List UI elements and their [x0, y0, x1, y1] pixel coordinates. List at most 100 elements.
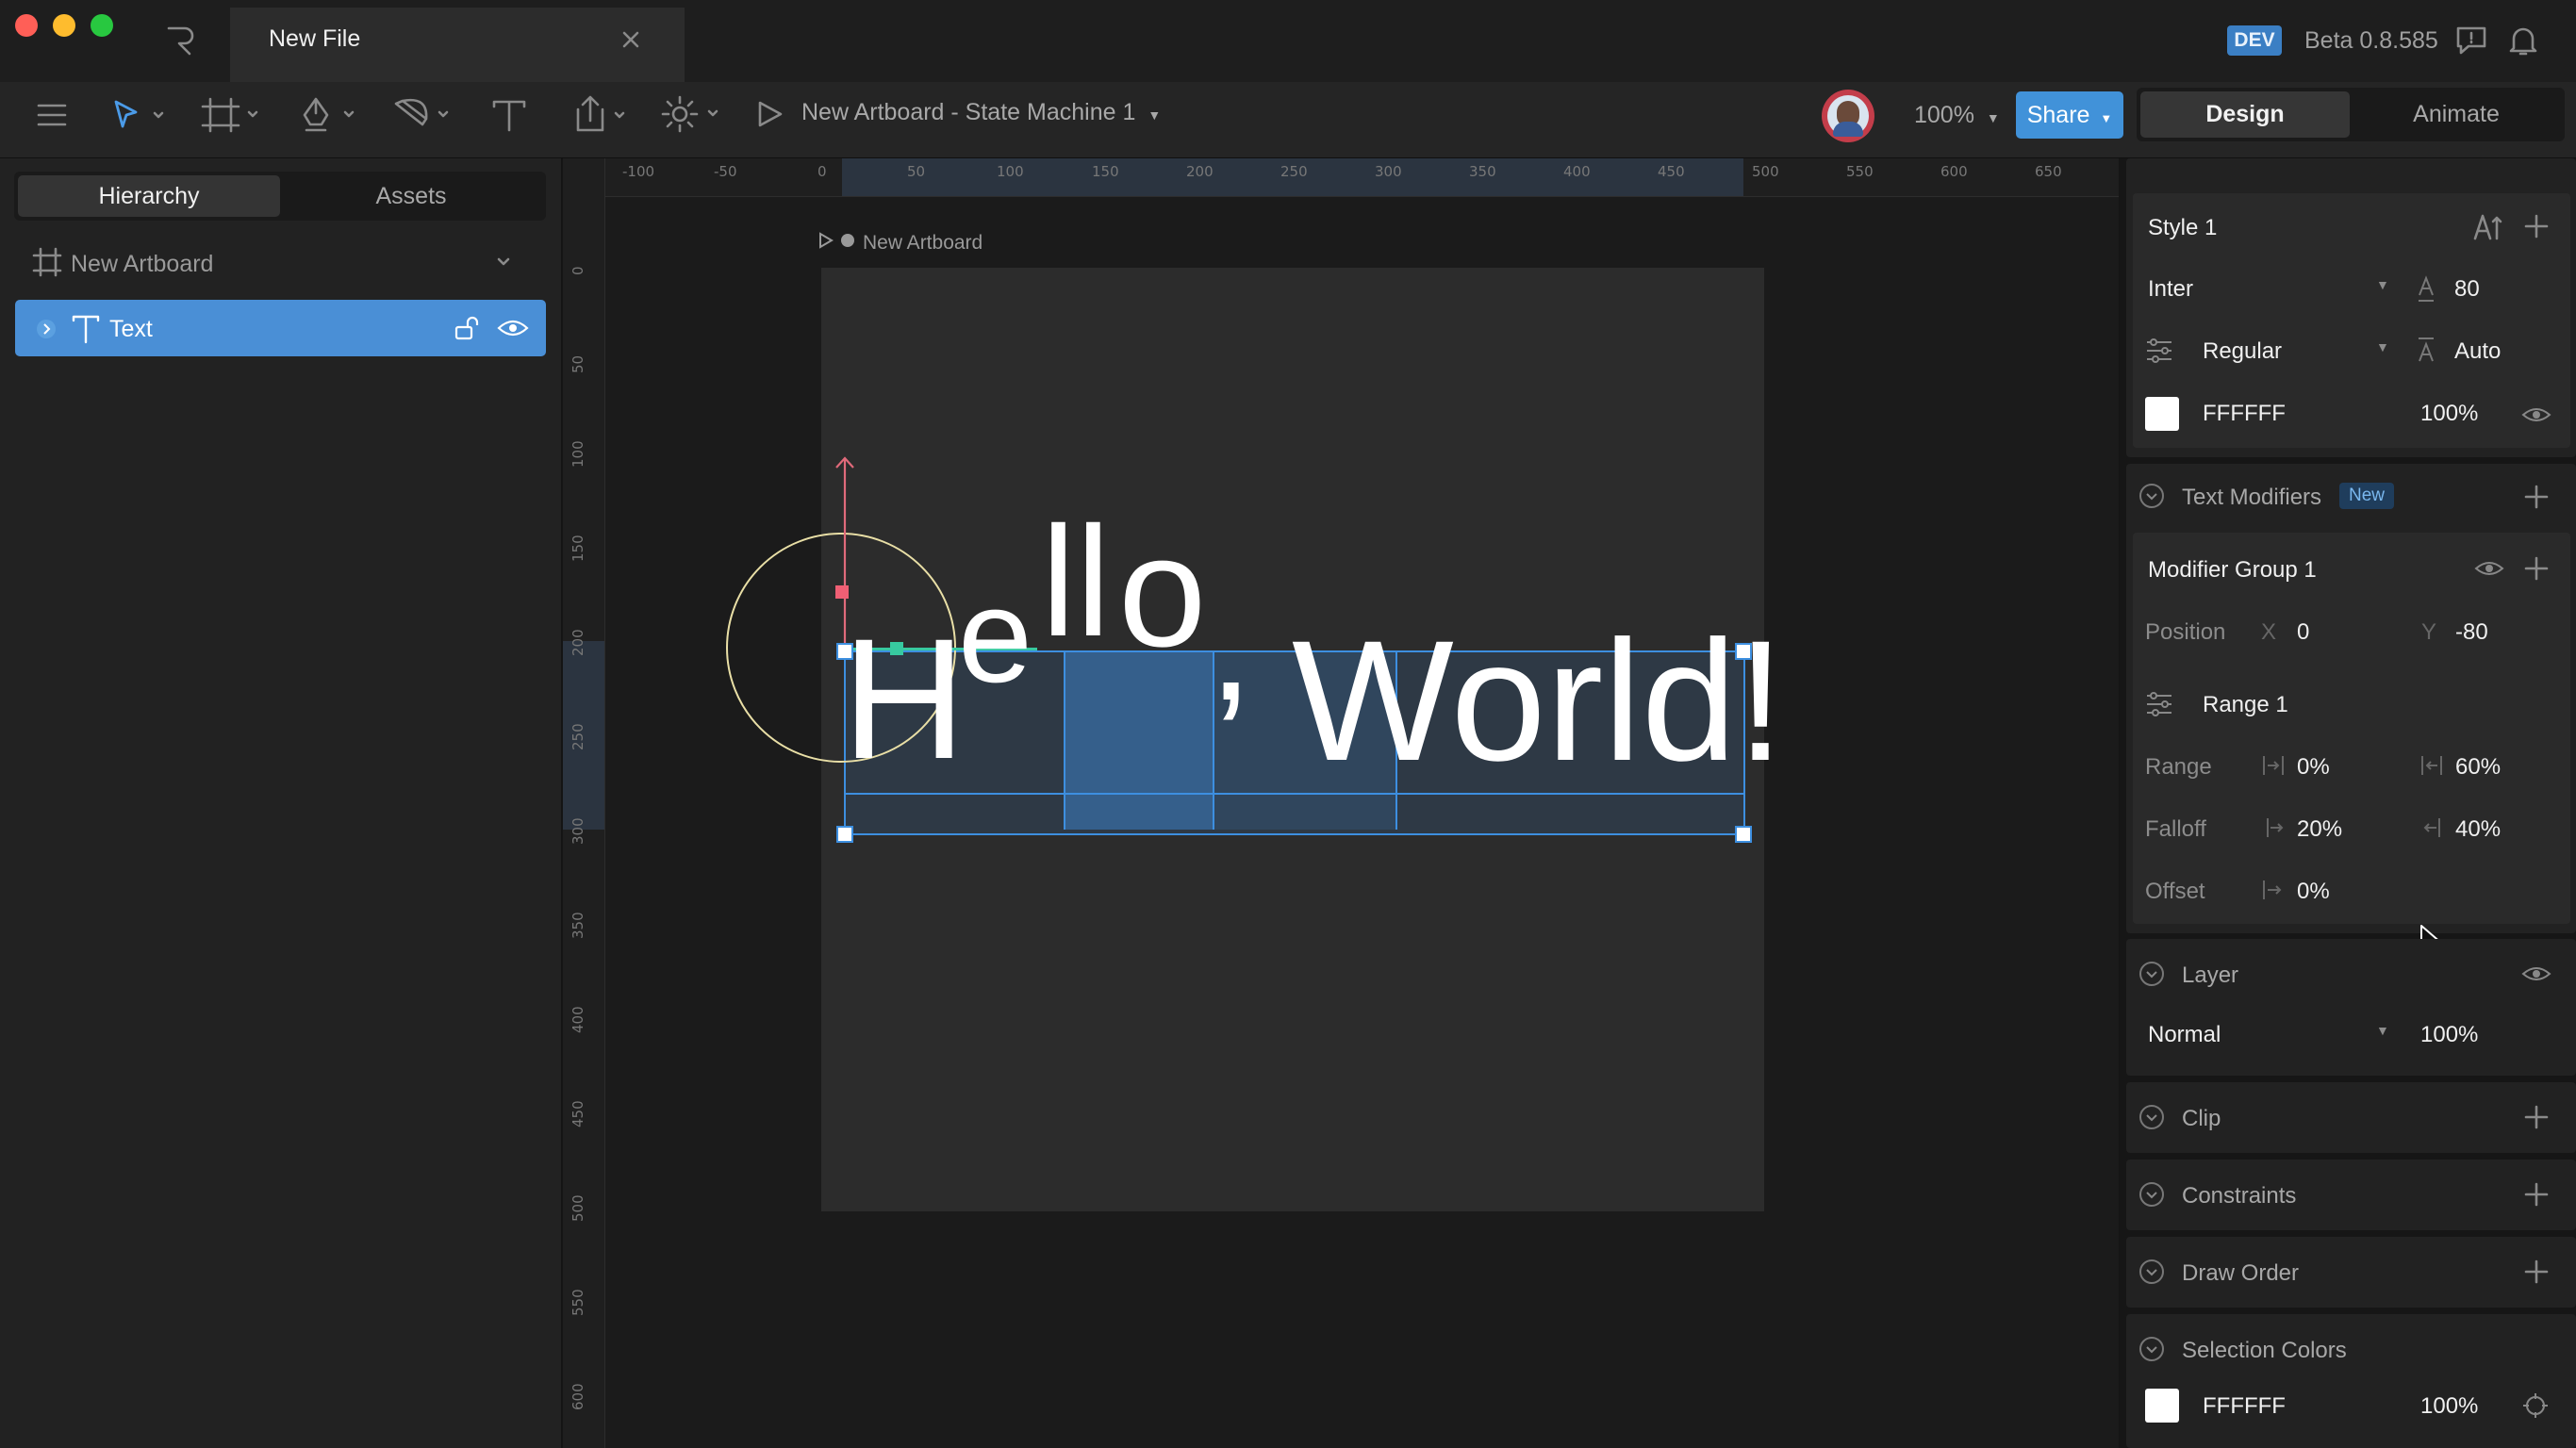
font-family-select[interactable]: Inter [2148, 276, 2193, 303]
adjustments-icon[interactable] [2144, 337, 2174, 365]
fill-opacity[interactable]: 100% [2420, 401, 2478, 427]
chevron-down-icon[interactable]: ▼ [2376, 339, 2389, 354]
feedback-icon[interactable] [2455, 25, 2487, 56]
chevron-down-icon[interactable]: ▼ [2376, 277, 2389, 292]
menu-icon[interactable] [36, 102, 68, 128]
blend-mode-select[interactable]: Normal [2148, 1022, 2221, 1048]
fill-color-hex[interactable]: FFFFFF [2203, 401, 2286, 427]
range-end-input[interactable]: 60% [2455, 754, 2501, 781]
section-title[interactable]: Selection Colors [2182, 1338, 2347, 1364]
collapse-chevron-icon[interactable] [2138, 1104, 2165, 1130]
resize-handle-top-right[interactable] [1735, 643, 1752, 660]
ruler-tick: 450 [1658, 163, 1685, 180]
range-start-input[interactable]: 0% [2297, 754, 2330, 781]
style-name[interactable]: Style 1 [2148, 215, 2217, 241]
notifications-bell-icon[interactable] [2508, 25, 2538, 57]
collapse-chevron-icon[interactable] [2138, 1181, 2165, 1208]
collapse-chevron-icon[interactable] [2138, 1259, 2165, 1285]
artboard-selector[interactable]: New Artboard - State Machine 1 ▼ [801, 99, 1161, 126]
selection-color-swatch[interactable] [2145, 1389, 2179, 1423]
collapse-chevron-icon[interactable] [2138, 1336, 2165, 1362]
artboard-play-icon[interactable] [818, 232, 856, 251]
chevron-down-icon[interactable]: ▼ [2376, 1023, 2389, 1038]
adjustments-icon[interactable] [2144, 690, 2174, 718]
position-y-input[interactable]: -80 [2455, 619, 2488, 646]
pen-tool-icon[interactable] [298, 96, 358, 134]
translate-handle[interactable] [835, 585, 849, 599]
minimize-window-button[interactable] [53, 14, 75, 37]
falloff-label: Falloff [2145, 816, 2206, 842]
tab-hierarchy[interactable]: Hierarchy [18, 175, 280, 217]
visibility-eye-icon[interactable] [2521, 964, 2551, 983]
ruler-tick: 350 [1469, 163, 1496, 180]
artboard-name-label[interactable]: New Artboard [863, 232, 983, 255]
falloff-end-input[interactable]: 40% [2455, 816, 2501, 843]
selection-color-hex[interactable]: FFFFFF [2203, 1393, 2286, 1420]
glyph-world: World! [1292, 604, 1785, 797]
close-tab-icon[interactable] [621, 30, 640, 49]
section-title[interactable]: Layer [2182, 963, 2238, 989]
chevron-down-icon: ▼ [2100, 111, 2113, 125]
font-weight-select[interactable]: Regular [2203, 338, 2282, 365]
glyph-comma: , [1209, 556, 1253, 733]
modifier-group-name[interactable]: Modifier Group 1 [2148, 557, 2317, 584]
resize-handle-bottom-left[interactable] [836, 826, 853, 843]
section-title[interactable]: Draw Order [2182, 1260, 2299, 1287]
section-title[interactable]: Constraints [2182, 1183, 2296, 1209]
close-window-button[interactable] [15, 14, 38, 37]
settings-gear-icon[interactable] [660, 95, 722, 133]
offset-input[interactable]: 0% [2297, 879, 2330, 905]
visibility-eye-icon[interactable] [2474, 559, 2504, 578]
collapse-chevron-icon[interactable] [2138, 483, 2165, 509]
artboard-selector-label: New Artboard - State Machine 1 [801, 99, 1136, 125]
share-button[interactable]: Share ▼ [2016, 91, 2123, 139]
add-icon[interactable] [2523, 1181, 2550, 1208]
tab-assets[interactable]: Assets [280, 175, 542, 217]
text-tool-icon[interactable] [490, 97, 528, 133]
glyph-o: o [1118, 502, 1207, 680]
position-x-input[interactable]: 0 [2297, 619, 2309, 646]
rive-logo-icon[interactable] [164, 25, 196, 57]
play-icon[interactable] [756, 100, 784, 128]
chevron-down-icon[interactable] [496, 256, 511, 268]
add-icon[interactable] [2523, 1259, 2550, 1285]
tab-animate[interactable]: Animate [2352, 91, 2561, 138]
export-tool-icon[interactable] [570, 94, 631, 134]
tab-design[interactable]: Design [2140, 91, 2350, 138]
section-title[interactable]: Text Modifiers [2182, 485, 2321, 511]
visibility-eye-icon[interactable] [497, 317, 529, 339]
add-icon[interactable] [2523, 484, 2550, 510]
chevron-down-icon: ▼ [1986, 110, 2000, 125]
expand-chevron-icon[interactable] [36, 319, 57, 339]
target-crosshair-icon[interactable] [2521, 1391, 2550, 1420]
position-label: Position [2145, 619, 2226, 645]
add-icon[interactable] [2523, 555, 2550, 582]
range-name[interactable]: Range 1 [2203, 692, 2288, 718]
ruler-tick: 150 [570, 535, 586, 562]
shape-tool-icon[interactable] [390, 96, 454, 134]
add-icon[interactable] [2523, 213, 2550, 239]
add-icon[interactable] [2523, 1104, 2550, 1130]
resize-handle-top-left[interactable] [836, 643, 853, 660]
unlock-icon[interactable] [454, 315, 480, 341]
fill-color-swatch[interactable] [2145, 397, 2179, 431]
ruler-tick: 50 [907, 163, 926, 180]
visibility-eye-icon[interactable] [2521, 405, 2551, 424]
maximize-window-button[interactable] [91, 14, 113, 37]
text-style-options-icon[interactable] [2472, 212, 2502, 242]
select-tool-icon[interactable] [111, 98, 168, 132]
resize-handle-bottom-right[interactable] [1735, 826, 1752, 843]
line-height-input[interactable]: Auto [2454, 338, 2501, 365]
artboard-tool-icon[interactable] [200, 96, 260, 134]
section-title[interactable]: Clip [2182, 1106, 2221, 1132]
selection-color-opacity[interactable]: 100% [2420, 1393, 2478, 1420]
falloff-start-input[interactable]: 20% [2297, 816, 2342, 843]
zoom-select[interactable]: 100% ▼ [1914, 102, 2000, 129]
ruler-tick: 0 [817, 163, 827, 180]
layer-opacity[interactable]: 100% [2420, 1022, 2478, 1048]
ruler-tick: -50 [714, 163, 737, 180]
hierarchy-artboard-label[interactable]: New Artboard [71, 251, 213, 278]
user-avatar[interactable] [1822, 90, 1874, 142]
collapse-chevron-icon[interactable] [2138, 961, 2165, 987]
font-size-input[interactable]: 80 [2454, 276, 2480, 303]
